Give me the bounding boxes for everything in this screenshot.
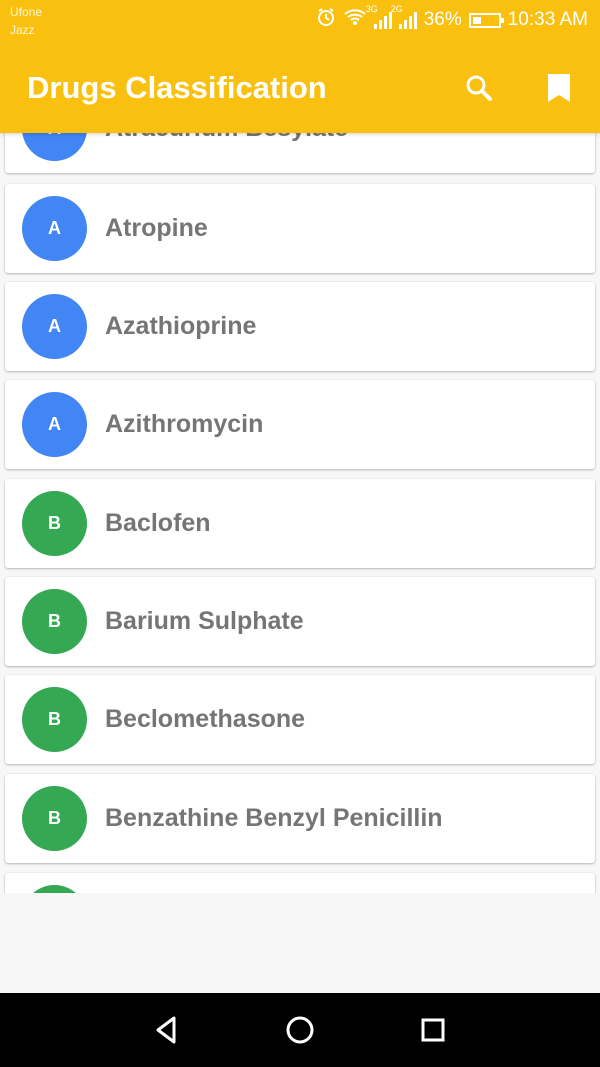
drug-name: Atropine <box>105 214 208 242</box>
drug-list[interactable]: A Atracurium Besylate A Atropine A Azath… <box>0 95 600 893</box>
status-time: 10:33 AM <box>507 9 588 30</box>
drug-name: Beclomethasone <box>105 705 306 733</box>
drug-list-item[interactable]: A Atropine <box>5 184 595 273</box>
signal-icon-3g: 3G <box>366 4 392 29</box>
letter-avatar: A <box>22 196 87 261</box>
drug-list-item[interactable]: A Azathioprine <box>5 282 595 371</box>
drug-list-item[interactable]: B Barium Sulphate <box>5 577 595 666</box>
letter-avatar: B <box>22 589 87 654</box>
back-icon[interactable] <box>149 1013 183 1047</box>
drug-name: Baclofen <box>105 509 211 537</box>
android-navigation-bar <box>0 993 600 1067</box>
drug-list-item[interactable]: A Azithromycin <box>5 380 595 469</box>
page-title: Drugs Classification <box>27 70 327 105</box>
letter-avatar: A <box>22 294 87 359</box>
search-icon[interactable] <box>462 71 496 105</box>
status-bar: Ufone Jazz 3G 2G 36% 10:33 AM <box>0 0 600 44</box>
battery-icon <box>468 12 504 28</box>
battery-percent: 36% <box>423 9 462 30</box>
drug-name: Barium Sulphate <box>105 607 304 635</box>
letter-avatar: B <box>22 491 87 556</box>
drug-list-item[interactable] <box>5 873 595 893</box>
signal-type-2g: 2G <box>390 4 403 14</box>
drug-name: Azithromycin <box>105 410 264 438</box>
drug-list-item[interactable]: B Benzathine Benzyl Penicillin <box>5 774 595 863</box>
recents-icon[interactable] <box>416 1013 450 1047</box>
signal-type-3g: 3G <box>365 4 378 14</box>
drug-name: Azathioprine <box>105 312 257 340</box>
drug-name: Benzathine Benzyl Penicillin <box>105 804 443 832</box>
app-bar: Drugs Classification <box>0 44 600 133</box>
letter-avatar: B <box>22 687 87 752</box>
drug-list-item[interactable]: B Beclomethasone <box>5 675 595 764</box>
home-icon[interactable] <box>283 1013 317 1047</box>
battery-fill <box>472 16 482 24</box>
empty-content-area <box>0 893 600 993</box>
carrier-label-2: Jazz <box>10 23 35 37</box>
drug-list-item[interactable]: B Baclofen <box>5 479 595 568</box>
wifi-icon <box>343 7 367 33</box>
letter-avatar <box>22 885 87 893</box>
status-icons: 3G 2G 36% 10:33 AM <box>316 4 588 34</box>
carrier-label-1: Ufone <box>10 5 43 19</box>
letter-avatar: B <box>22 786 87 851</box>
alarm-icon <box>316 7 336 33</box>
signal-icon-2g: 2G <box>391 4 417 29</box>
letter-avatar: A <box>22 392 87 457</box>
carrier-labels: Ufone Jazz <box>10 3 42 39</box>
bookmark-icon[interactable] <box>542 71 576 105</box>
